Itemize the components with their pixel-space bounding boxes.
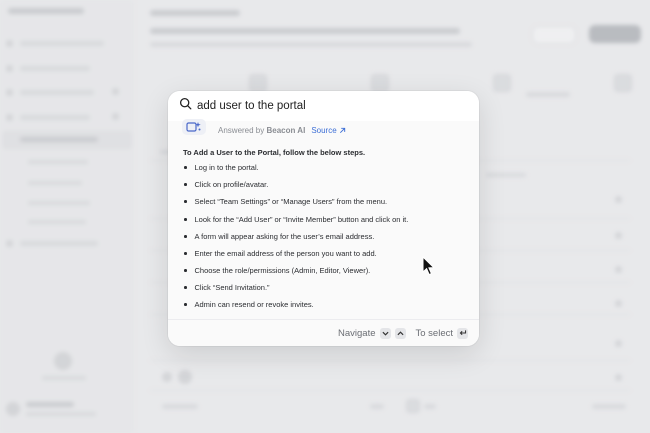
keyboard-hints: Navigate To select (168, 319, 479, 346)
list-item: Select “Team Settings” or “Manage Users”… (184, 197, 387, 206)
enter-key-icon (457, 327, 468, 339)
ai-sparkle-icon (182, 119, 206, 135)
source-label: Source (311, 125, 337, 135)
list-item: Admin can resend or revoke invites. (184, 300, 314, 309)
chevron-up-icon (394, 327, 406, 339)
list-item: Choose the role/permissions (Admin, Edit… (184, 266, 370, 275)
chevron-down-icon (379, 327, 391, 339)
navigate-label: Navigate (338, 327, 376, 339)
search-input[interactable] (197, 100, 457, 112)
mouse-pointer-icon (422, 256, 435, 276)
list-item: Enter the email address of the person yo… (184, 249, 377, 258)
ai-provider-name: Beacon AI (266, 125, 306, 135)
answer-attribution: Answered by Beacon AI Source (182, 119, 346, 139)
external-link-icon (339, 127, 345, 133)
search-icon (179, 97, 192, 115)
ai-search-modal: Answered by Beacon AI Source To Add a Us… (168, 91, 479, 346)
select-label: To select (415, 327, 454, 339)
source-link[interactable]: Source (311, 126, 345, 135)
search-bar (168, 91, 479, 121)
answered-by-label: Answered by (218, 125, 265, 135)
answer-intro: To Add a User to the Portal, follow the … (183, 148, 366, 157)
list-item: Click “Send Invitation.” (184, 283, 270, 292)
list-item: Click on profile/avatar. (184, 180, 268, 189)
list-item: A form will appear asking for the user’s… (184, 232, 374, 241)
list-item: Log in to the portal. (184, 163, 259, 172)
list-item: Look for the “Add User” or “Invite Membe… (184, 215, 408, 224)
